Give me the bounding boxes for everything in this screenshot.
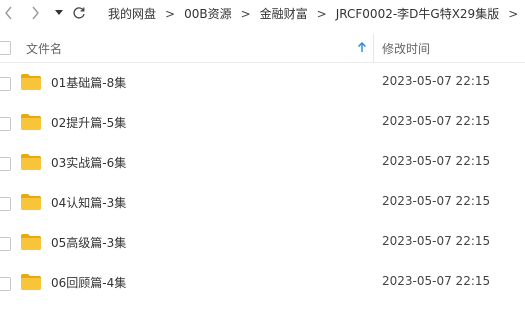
file-name[interactable]: 02提升篇-5集 [51,114,126,131]
file-modified-time: 2023-05-07 22:15 [382,274,491,288]
row-checkbox[interactable] [0,117,11,131]
navigation-bar: 我的网盘 > 00B资源 > 金融财富 > JRCF0002-李D牛G特X29集… [0,0,525,27]
breadcrumb-item-current-folder[interactable]: JRCF0002-李D牛G特X29集版 [332,5,503,22]
row-checkbox[interactable] [0,237,11,251]
folder-icon [21,74,41,90]
file-name[interactable]: 01基础篇-8集 [51,74,126,91]
column-header-name[interactable]: 文件名 [26,40,62,57]
folder-icon [21,194,41,210]
file-name[interactable]: 03实战篇-6集 [51,154,126,171]
file-row[interactable]: 02提升篇-5集 2023-05-07 22:15 [0,103,525,143]
file-modified-time: 2023-05-07 22:15 [382,194,491,208]
refresh-icon [73,7,85,19]
folder-icon [21,234,41,250]
file-name[interactable]: 04认知篇-3集 [51,194,126,211]
breadcrumb-separator: > [508,6,519,21]
forward-button[interactable] [26,4,44,22]
file-name[interactable]: 05高级篇-3集 [51,234,126,251]
row-checkbox[interactable] [0,277,11,291]
select-all-checkbox[interactable] [0,41,11,55]
refresh-button[interactable] [70,4,88,22]
chevron-right-icon [32,6,39,20]
breadcrumb-item-resources[interactable]: 00B资源 [180,5,236,22]
back-button[interactable] [0,4,18,22]
arrow-up-icon[interactable] [356,39,368,55]
folder-icon [21,114,41,130]
file-row[interactable]: 04认知篇-3集 2023-05-07 22:15 [0,183,525,223]
chevron-left-icon [5,6,12,20]
file-list-header: 文件名 修改时间 [0,34,525,63]
file-modified-time: 2023-05-07 22:15 [382,74,491,88]
breadcrumb-item-finance[interactable]: 金融财富 [256,5,312,22]
file-modified-time: 2023-05-07 22:15 [382,114,491,128]
breadcrumb: 我的网盘 > 00B资源 > 金融财富 > JRCF0002-李D牛G特X29集… [104,0,523,27]
column-divider[interactable] [373,34,374,62]
row-checkbox[interactable] [0,197,11,211]
row-checkbox[interactable] [0,157,11,171]
folder-icon [21,274,41,290]
caret-down-icon [55,10,63,15]
file-name[interactable]: 06回顾篇-4集 [51,274,126,291]
column-header-modified[interactable]: 修改时间 [382,40,430,57]
file-modified-time: 2023-05-07 22:15 [382,234,491,248]
breadcrumb-item-my-drive[interactable]: 我的网盘 [104,5,160,22]
file-row[interactable]: 03实战篇-6集 2023-05-07 22:15 [0,143,525,183]
file-modified-time: 2023-05-07 22:15 [382,154,491,168]
history-dropdown-button[interactable] [52,4,66,22]
file-row[interactable]: 01基础篇-8集 2023-05-07 22:15 [0,63,525,103]
file-row[interactable]: 05高级篇-3集 2023-05-07 22:15 [0,223,525,263]
file-row[interactable]: 06回顾篇-4集 2023-05-07 22:15 [0,263,525,303]
breadcrumb-separator: > [240,6,251,21]
row-checkbox[interactable] [0,77,11,91]
breadcrumb-separator: > [165,6,176,21]
breadcrumb-separator: > [316,6,327,21]
folder-icon [21,154,41,170]
